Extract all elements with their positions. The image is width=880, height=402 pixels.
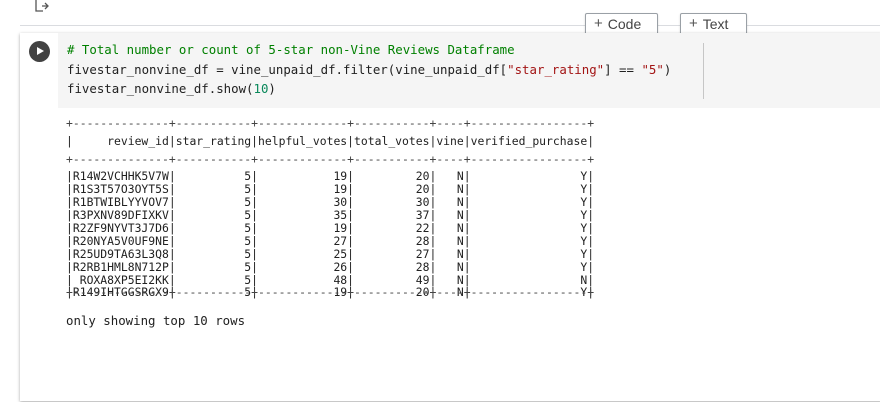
table-border-bottom: +--------------+-----------+------------… xyxy=(66,285,595,299)
cell-toolbar-divider xyxy=(20,25,880,26)
run-cell-icon[interactable] xyxy=(29,41,50,62)
add-text-label: Text xyxy=(702,16,729,32)
add-code-label: Code xyxy=(607,16,642,32)
add-text-button[interactable]: + Text xyxy=(680,13,747,35)
table-border-header: +--------------+-----------+------------… xyxy=(66,152,595,166)
output-clear-icon[interactable] xyxy=(34,0,50,14)
code-cell[interactable]: # Total number or count of 5-star non-Vi… xyxy=(20,33,880,401)
output-footer-note: only showing top 10 rows xyxy=(66,313,246,328)
code-cell-input: # Total number or count of 5-star non-Vi… xyxy=(20,33,880,108)
code-line-2: fivestar_nonvine_df = vine_unpaid_df.fil… xyxy=(67,62,672,77)
code-editor[interactable]: # Total number or count of 5-star non-Vi… xyxy=(58,33,880,108)
colab-notebook-view: + Code + Text # Total number or count of… xyxy=(0,0,880,402)
table-header: | review_id|star_rating|helpful_votes|to… xyxy=(66,134,595,148)
cell-output: +--------------+-----------+------------… xyxy=(20,108,880,401)
cell-gutter xyxy=(20,33,58,108)
plus-icon: + xyxy=(689,15,698,32)
code-line-3: fivestar_nonvine_df.show(10) xyxy=(67,81,276,96)
add-code-button[interactable]: + Code xyxy=(585,13,658,35)
ruler-line xyxy=(703,43,704,99)
code-line-1: # Total number or count of 5-star non-Vi… xyxy=(67,42,515,57)
table-border-top: +--------------+-----------+------------… xyxy=(66,116,595,130)
plus-icon: + xyxy=(594,15,603,32)
